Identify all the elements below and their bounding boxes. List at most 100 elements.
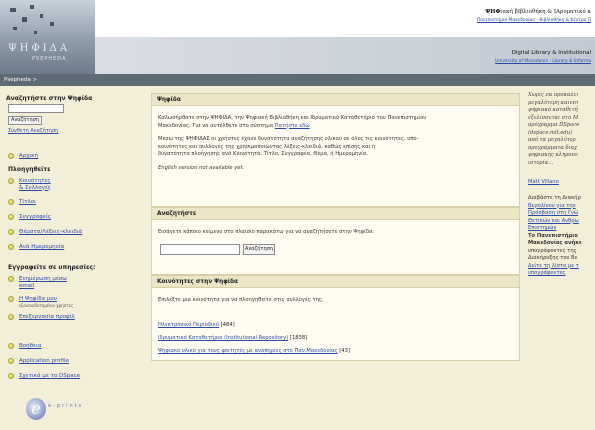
- nav-help-label[interactable]: Βοήθεια: [19, 343, 41, 350]
- welcome-p2-line2: κοινότητες και συλλογές της χρησιμοποιών…: [158, 143, 376, 150]
- welcome-p1-line1: Καλωσήρθατε στην ΨΗΦΙΔΑ, την Ψηφιακή Βιβ…: [158, 115, 427, 121]
- nav-communities-label[interactable]: Κοινότητες: [19, 178, 51, 184]
- bullet-icon: [8, 199, 14, 205]
- dspace-quote: Χωρίς να προκαλεί μεγαλύτερη καινοτ ψηφι…: [528, 92, 595, 167]
- nav-communities[interactable]: Κοινότητες & Συλλογές: [8, 178, 51, 191]
- nav-by-date[interactable]: Ανά Ημερομηνία: [8, 244, 64, 251]
- nav-authors[interactable]: Συγγραφείς: [8, 214, 51, 221]
- welcome-p1-line2: Μακεδονίας. Για να αυτέλθετε στο σύστημα: [158, 122, 275, 129]
- nav-home-label[interactable]: Αρχική: [19, 153, 38, 160]
- declaration-link-line[interactable]: Θετικών και Ανθρω: [528, 218, 579, 224]
- search-box-heading: Αναζητήστε: [152, 208, 519, 220]
- declaration-line: Το Πανεπιστήμιο: [528, 232, 578, 239]
- header-greek-subtitle-link[interactable]: Πανεπιστήμιο Μακεδονίας - Βιβλιοθήκη & Κ…: [477, 18, 591, 23]
- declaration-link-line[interactable]: Πρόσβαση στη Γνώ: [528, 210, 578, 216]
- advanced-search-link[interactable]: Σύνθετη Αναζήτηση: [8, 128, 58, 134]
- welcome-p2-line1: Μέσω της ΨΗΦΙΔΑΣ οι χρήστες έχουν δυνατό…: [158, 136, 419, 142]
- main-search-button[interactable]: Αναζήτηση: [243, 244, 275, 255]
- eprints-logo[interactable]: e e-prints: [26, 398, 98, 420]
- declaration-line: Διακήρυξης του Βε: [528, 255, 578, 261]
- bullet-icon: [8, 296, 14, 302]
- main-search-input[interactable]: [160, 244, 240, 255]
- welcome-paragraph-2: Μέσω της ΨΗΦΙΔΑΣ οι χρήστες έχουν δυνατό…: [152, 136, 519, 159]
- communities-box: Κοινότητες στην Ψηφίδα Επιλέξτε μια κοιν…: [151, 275, 520, 361]
- nav-my-psepheda-label[interactable]: Η Ψηφίδα μου: [19, 296, 57, 302]
- nav-subjects-label[interactable]: Θέματα/Λέξεις-κλειδιά: [19, 229, 82, 236]
- quote-line: (dspace.mit.edu): [528, 129, 573, 136]
- nav-edit-profile-label[interactable]: Επεξεργασία προφίλ: [19, 314, 75, 321]
- nav-communities-label2[interactable]: & Συλλογές: [19, 185, 51, 191]
- header-english-title: Digital Library & Institutional: [511, 50, 591, 56]
- declaration-line: υπογράφοντες της: [528, 247, 577, 254]
- bullet-icon: [8, 214, 14, 220]
- welcome-paragraph-1: Καλωσήρθατε στην ΨΗΦΙΔΑ, την Ψηφιακή Βιβ…: [152, 115, 519, 130]
- sidebar-search-title: Αναζητήστε στην Ψηφίδα: [6, 95, 93, 102]
- quote-line: από τα μεγαλύτερ: [528, 137, 576, 143]
- nav-authors-label[interactable]: Συγγραφείς: [19, 214, 51, 221]
- nav-help[interactable]: Βοήθεια: [8, 343, 41, 350]
- nav-by-date-label[interactable]: Ανά Ημερομηνία: [19, 244, 64, 251]
- declaration-line: Μακεδονίας ανήκε: [528, 240, 582, 246]
- logo-text: ΨΗΦΙΔΑ: [8, 43, 71, 54]
- berlin-declaration-block: Διαβάστε τη Διακήρ Βερολίνου για την Πρό…: [528, 195, 595, 278]
- community-link[interactable]: Ιδρυματικό Καταθετήριο (Institutional Re…: [158, 335, 288, 341]
- nav-application-profile[interactable]: Application profile: [8, 358, 69, 365]
- community-item: Ηλεκτρονικό Περιοδικό [484]: [158, 322, 235, 328]
- nav-application-profile-label[interactable]: Application profile: [19, 358, 69, 365]
- communities-intro: Επιλέξτε μια κοινότητα για να πλοηγηθείτ…: [158, 297, 324, 303]
- english-version-note: English version not available yet.: [158, 164, 245, 171]
- community-link[interactable]: Ηλεκτρονικό Περιοδικό: [158, 322, 219, 328]
- quote-line: προγράμματα διαχ: [528, 144, 578, 151]
- community-item: Ιδρυματικό Καταθετήριο (Institutional Re…: [158, 335, 307, 341]
- nav-email-alerts-label2[interactable]: email: [19, 283, 34, 289]
- logo-subtitle: PSEPHEDA: [32, 56, 67, 62]
- welcome-p2-line3: δυνατότητα πλοήγησης ανά Κοινότητα, Τίτλ…: [158, 151, 369, 157]
- nav-home[interactable]: Αρχική: [8, 153, 38, 160]
- breadcrumb[interactable]: Psepheda >: [0, 74, 595, 86]
- site-header: ΨΗΦΙΔΑ PSEPHEDA ΨΗΦιακή βΙβλιοθήκη & ΙΑρ…: [0, 0, 595, 74]
- quote-line: εξελίσσεται στο Μ: [528, 114, 579, 121]
- nav-about-dspace[interactable]: Σχετικά με το DSpace: [8, 373, 80, 380]
- bullet-icon: [8, 373, 14, 379]
- login-link[interactable]: Πατήστε εδώ: [275, 123, 310, 129]
- eprints-text: e-prints: [48, 403, 84, 409]
- sidebar-search-button[interactable]: Αναζήτηση: [8, 116, 42, 125]
- nav-my-psepheda-sub: εξουσιοδοτημένοι χρήστες: [19, 302, 74, 308]
- psepheda-logo[interactable]: ΨΗΦΙΔΑ PSEPHEDA: [0, 0, 95, 74]
- welcome-heading: Ψηφίδα: [152, 94, 519, 106]
- community-count: [1838]: [289, 335, 308, 341]
- community-item: Ψηφιακό υλικό για τους φοιτητές με αναπη…: [158, 348, 350, 354]
- quote-line: ψηφιακής κληρονο: [528, 152, 578, 158]
- bullet-icon: [8, 314, 14, 320]
- declaration-link-line[interactable]: Βερολίνου για την: [528, 203, 576, 209]
- sidebar-search-input[interactable]: [8, 104, 64, 113]
- signatories-link[interactable]: Δείτε τη λίστα με τ: [528, 263, 579, 269]
- eprints-e-icon: e: [26, 398, 46, 420]
- community-count: [43]: [339, 348, 350, 354]
- nav-titles-label[interactable]: Τίτλοι: [19, 199, 36, 206]
- nav-my-psepheda[interactable]: Η Ψηφίδα μου εξουσιοδοτημένοι χρήστες: [8, 296, 73, 309]
- nav-titles[interactable]: Τίτλοι: [8, 199, 36, 206]
- browse-title: Πλοηγηθείτε: [8, 166, 51, 173]
- quote-author-link[interactable]: Matt Villano: [528, 179, 595, 185]
- nav-about-dspace-label[interactable]: Σχετικά με το DSpace: [19, 373, 80, 380]
- search-instructions: Εισάγετε κάποιο κείμενο στο πλαίσιο παρα…: [158, 229, 375, 235]
- nav-email-alerts-label[interactable]: Ενημέρωση μέσω: [19, 276, 67, 282]
- nav-email-alerts[interactable]: Ενημέρωση μέσω email: [8, 276, 67, 289]
- declaration-link-line[interactable]: Επιστημών: [528, 225, 556, 231]
- left-sidebar: Αναζητήστε στην Ψηφίδα Αναζήτηση Σύνθετη…: [0, 86, 140, 430]
- nav-edit-profile[interactable]: Επεξεργασία προφίλ: [8, 314, 75, 321]
- nav-subjects[interactable]: Θέματα/Λέξεις-κλειδιά: [8, 229, 82, 236]
- bullet-icon: [8, 276, 14, 282]
- header-english-subtitle-link[interactable]: University of Macedonia - Library & Info…: [495, 59, 591, 64]
- community-link[interactable]: Ψηφιακό υλικό για τους φοιτητές με αναπη…: [158, 348, 338, 354]
- signatories-link[interactable]: υπογράφοντες: [528, 270, 566, 276]
- bullet-icon: [8, 358, 14, 364]
- quote-line: πρόγραμμα DSpace: [528, 122, 580, 128]
- quote-line: μεγαλύτερη καινοτ: [528, 99, 579, 106]
- bullet-icon: [8, 178, 14, 184]
- quote-line: ιστορία...: [528, 159, 554, 166]
- header-greek-title: ΨΗΦιακή βΙβλιοθήκη & ΙΑρυματικό κ: [485, 9, 591, 15]
- quote-line: Χωρίς να προκαλεί: [528, 92, 579, 98]
- bullet-icon: [8, 153, 14, 159]
